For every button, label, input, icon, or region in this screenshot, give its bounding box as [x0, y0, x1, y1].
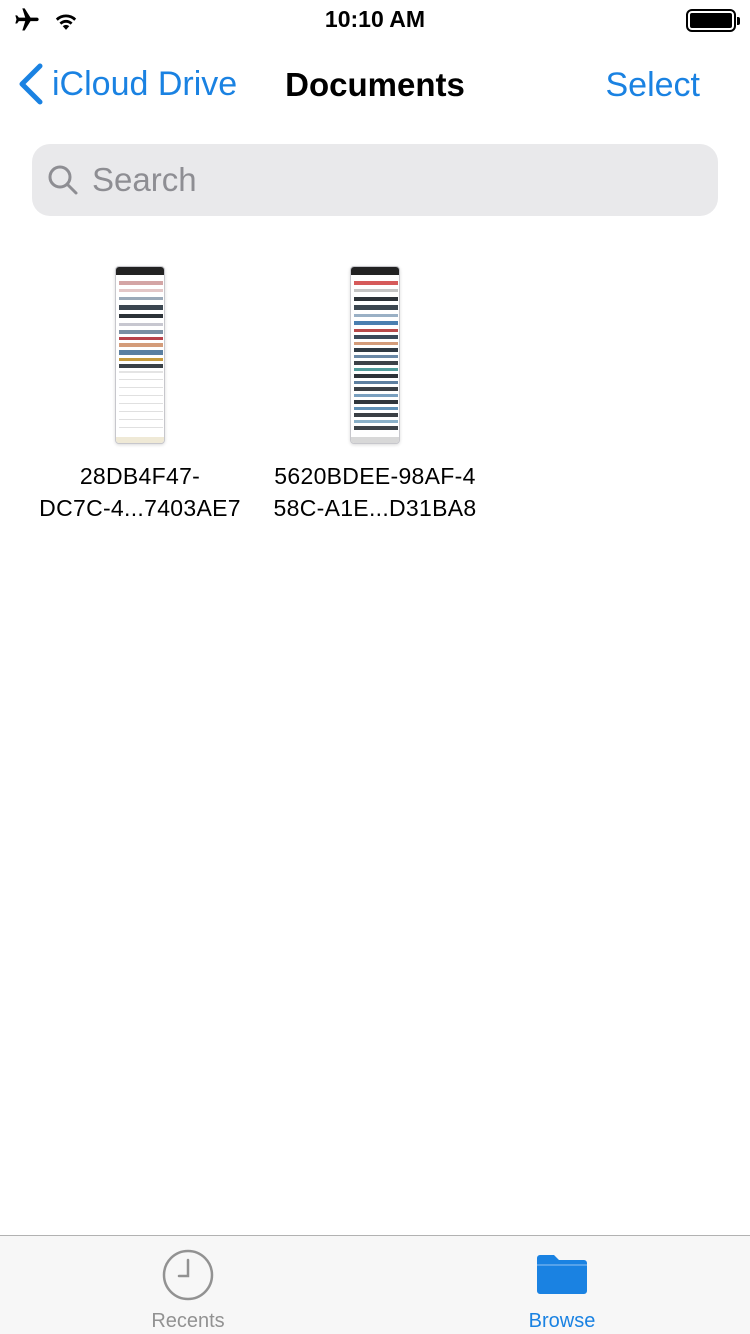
file-item[interactable]: 28DB4F47- DC7C-4...7403AE7	[25, 266, 255, 524]
file-name-line: 5620BDEE-98AF-4	[274, 463, 476, 489]
file-name: 28DB4F47- DC7C-4...7403AE7	[25, 460, 255, 524]
file-name: 5620BDEE-98AF-4 58C-A1E...D31BA8	[260, 460, 490, 524]
tab-recents[interactable]: Recents	[108, 1248, 268, 1333]
nav-bar: iCloud Drive Documents Select	[0, 40, 750, 128]
battery-icon	[686, 9, 740, 32]
status-time: 10:10 AM	[324, 6, 426, 32]
file-name-line: 28DB4F47-	[79, 463, 201, 489]
status-bar: 10:10 AM	[0, 0, 750, 40]
clock-icon	[162, 1249, 214, 1301]
tab-browse[interactable]: Browse	[482, 1248, 642, 1333]
folder-icon	[537, 1255, 587, 1294]
file-thumbnail	[350, 266, 400, 444]
search-icon	[48, 165, 78, 195]
file-name-line: 58C-A1E...D31BA8	[273, 495, 477, 521]
file-name-line: DC7C-4...7403AE7	[39, 495, 241, 521]
tab-bar: Recents Browse	[0, 1235, 750, 1334]
file-item[interactable]: 5620BDEE-98AF-4 58C-A1E...D31BA8	[260, 266, 490, 524]
search-input[interactable]	[92, 161, 692, 199]
search-bar[interactable]	[32, 144, 718, 216]
tab-label: Browse	[528, 1310, 596, 1332]
tab-label: Recents	[151, 1310, 225, 1332]
select-button[interactable]: Select	[606, 66, 701, 105]
file-thumbnail	[115, 266, 165, 444]
